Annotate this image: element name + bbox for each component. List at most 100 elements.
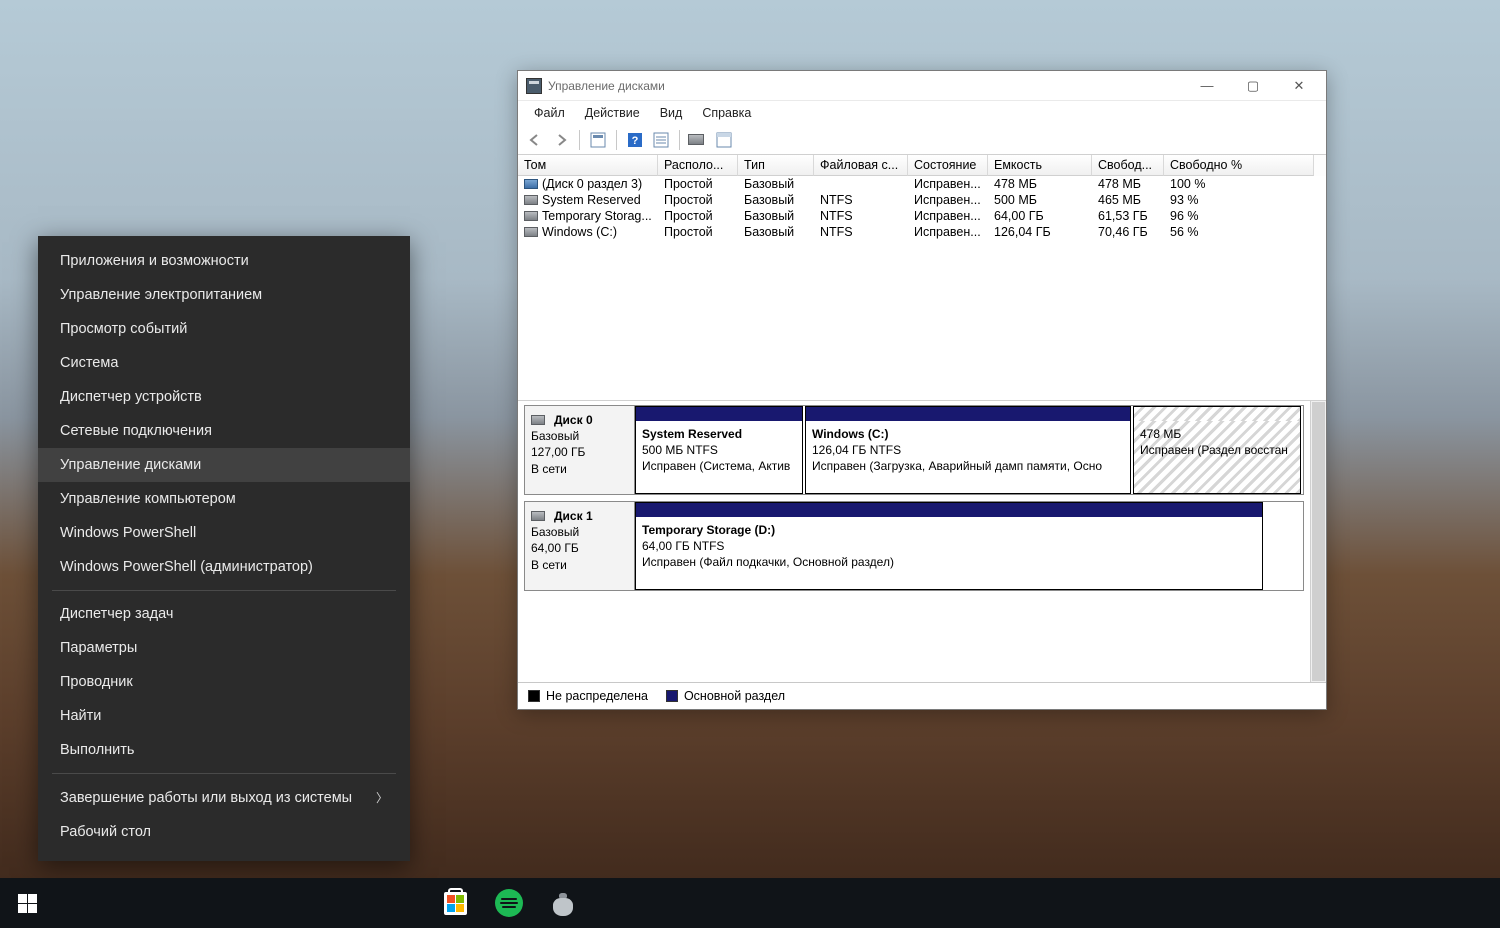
menu-item[interactable]: Проводник [38,665,410,699]
partition-header-bar [636,407,802,421]
disk-type: Базовый [531,428,628,444]
col-type[interactable]: Тип [738,155,814,176]
help-button[interactable]: ? [624,129,646,151]
volume-fs: NTFS [814,208,908,224]
disk-icon [531,415,545,425]
volume-fs [814,176,908,192]
col-layout[interactable]: Располо... [658,155,738,176]
disk-info[interactable]: Диск 0 Базовый 127,00 ГБ В сети [525,406,635,494]
partition-header-bar [636,503,1262,517]
volume-free: 70,46 ГБ [1092,224,1164,240]
volume-layout: Простой [658,192,738,208]
disk-icon [531,511,545,521]
menu-item[interactable]: Сетевые подключения [38,414,410,448]
menu-item-label: Управление дисками [60,457,201,473]
maximize-button[interactable]: ▢ [1230,71,1276,100]
col-status[interactable]: Состояние [908,155,988,176]
menu-item[interactable]: Рабочий стол [38,815,410,849]
disk-info[interactable]: Диск 1 Базовый 64,00 ГБ В сети [525,502,635,590]
winx-menu: Приложения и возможности Управление элект… [38,236,410,861]
menu-item[interactable]: Просмотр событий [38,312,410,346]
disk-label: Диск 0 [554,412,593,428]
volume-free: 61,53 ГБ [1092,208,1164,224]
drive-icon [524,195,538,205]
drive-icon [524,179,538,189]
volume-row[interactable]: (Диск 0 раздел 3)ПростойБазовыйИсправен.… [518,176,1326,192]
partition[interactable]: System Reserved 500 МБ NTFS Исправен (Си… [635,406,803,494]
start-button[interactable] [2,878,52,928]
partition-size: 478 МБ [1140,427,1181,441]
partition[interactable]: Windows (C:) 126,04 ГБ NTFS Исправен (За… [805,406,1131,494]
partition-header-bar [806,407,1130,421]
chevron-right-icon: 〉 [376,789,388,806]
col-volume[interactable]: Том [518,155,658,176]
menu-help[interactable]: Справка [692,104,761,122]
volume-layout: Простой [658,208,738,224]
titlebar[interactable]: Управление дисками — ▢ ✕ [518,71,1326,101]
menu-view[interactable]: Вид [650,104,693,122]
taskbar-app-store[interactable] [430,878,480,928]
disk-label: Диск 1 [554,508,593,524]
legend: Не распределена Основной раздел [518,682,1326,709]
volume-status: Исправен... [908,176,988,192]
properties-button[interactable] [650,129,672,151]
partition[interactable]: Temporary Storage (D:) 64,00 ГБ NTFS Исп… [635,502,1263,590]
partition[interactable]: 478 МБ Исправен (Раздел восстан [1133,406,1301,494]
taskbar-app-generic[interactable] [538,878,588,928]
volume-type: Базовый [738,192,814,208]
close-button[interactable]: ✕ [1276,71,1322,100]
menu-item[interactable]: Управление дисками [38,448,410,482]
col-capacity[interactable]: Емкость [988,155,1092,176]
col-free[interactable]: Свобод... [1092,155,1164,176]
volume-fs: NTFS [814,224,908,240]
menu-item-label: Управление компьютером [60,491,236,507]
menu-item[interactable]: Windows PowerShell [38,516,410,550]
menu-item[interactable]: Параметры [38,631,410,665]
scrollbar[interactable] [1310,401,1326,682]
back-button[interactable] [524,129,546,151]
menu-item[interactable]: Windows PowerShell (администратор) [38,550,410,584]
drive-icon [524,227,538,237]
volume-row[interactable]: Temporary Storag...ПростойБазовыйNTFSИсп… [518,208,1326,224]
menu-item[interactable]: Диспетчер устройств [38,380,410,414]
volume-freepct: 96 % [1164,208,1314,224]
disk-size: 127,00 ГБ [531,444,628,460]
partition-status: Исправен (Система, Актив [642,459,790,473]
partition-size: 500 МБ NTFS [642,443,718,457]
menu-item[interactable]: Система [38,346,410,380]
disk-icon[interactable] [687,129,709,151]
disk-row: Диск 0 Базовый 127,00 ГБ В сети System R… [524,405,1304,495]
list-view-button[interactable] [713,129,735,151]
taskbar-app-spotify[interactable] [484,878,534,928]
volume-row[interactable]: System ReservedПростойБазовыйNTFSИсправе… [518,192,1326,208]
refresh-button[interactable] [587,129,609,151]
menu-action[interactable]: Действие [575,104,650,122]
menu-file[interactable]: Файл [524,104,575,122]
col-fs[interactable]: Файловая с... [814,155,908,176]
menu-item[interactable]: Приложения и возможности [38,244,410,278]
column-headers[interactable]: Том Располо... Тип Файловая с... Состоян… [518,155,1326,176]
disk-size: 64,00 ГБ [531,540,628,556]
menu-item-label: Управление электропитанием [60,287,262,303]
window-title: Управление дисками [548,79,1184,93]
volume-fs: NTFS [814,192,908,208]
menu-item[interactable]: Найти [38,699,410,733]
menu-item[interactable]: Завершение работы или выход из системы〉 [38,780,410,815]
volume-status: Исправен... [908,224,988,240]
partition-header-bar [1134,407,1300,421]
volume-row[interactable]: Windows (C:)ПростойБазовыйNTFSИсправен..… [518,224,1326,240]
minimize-button[interactable]: — [1184,71,1230,100]
menu-item[interactable]: Диспетчер задач [38,597,410,631]
menu-item-label: Windows PowerShell (администратор) [60,559,313,575]
volume-name: (Диск 0 раздел 3) [542,177,642,191]
volume-free: 478 МБ [1092,176,1164,192]
col-freepct[interactable]: Свободно % [1164,155,1314,176]
menu-item-label: Выполнить [60,742,134,758]
menu-item-label: Диспетчер устройств [60,389,202,405]
forward-button[interactable] [550,129,572,151]
menu-item[interactable]: Выполнить [38,733,410,767]
menu-item[interactable]: Управление компьютером [38,482,410,516]
volume-name: Temporary Storag... [542,209,652,223]
menu-item[interactable]: Управление электропитанием [38,278,410,312]
partition-title: System Reserved [642,427,742,441]
